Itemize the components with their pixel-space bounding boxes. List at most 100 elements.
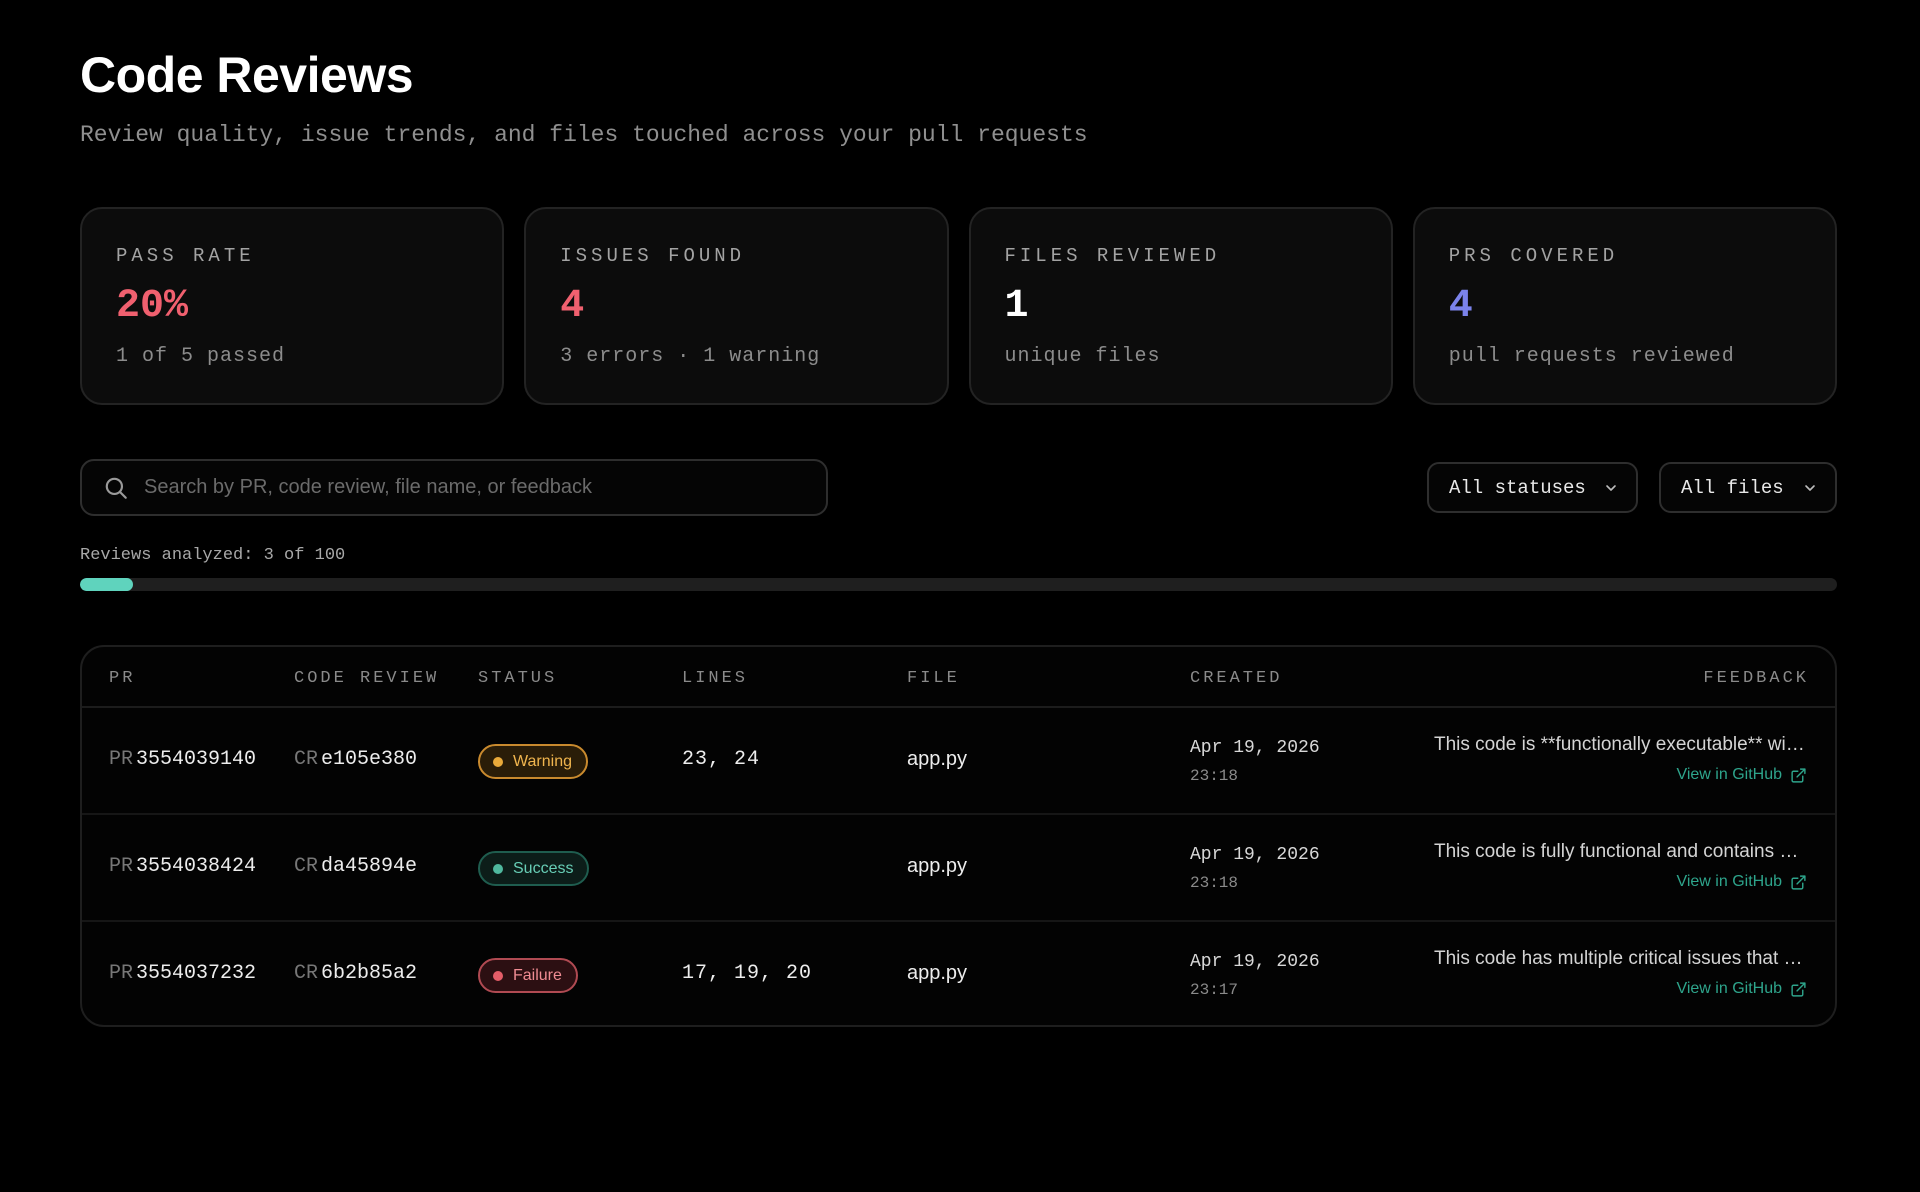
view-in-github-link[interactable]: View in GitHub: [1676, 766, 1807, 784]
pr-number: 3554039140: [136, 748, 257, 771]
pr-prefix: PR: [109, 748, 134, 771]
cr-cell[interactable]: CR 6b2b85a2: [294, 962, 417, 985]
file-cell: app.py: [907, 855, 968, 877]
external-link-icon: [1790, 981, 1807, 998]
created-cell: Apr 19, 2026 23:18: [1190, 845, 1320, 892]
stat-card-issues-found: ISSUES FOUND 4 3 errors · 1 warning: [524, 207, 949, 405]
feedback-text: This code has multiple critical issues t…: [1434, 948, 1807, 969]
file-cell: app.py: [907, 748, 968, 770]
status-cell: Warning: [478, 744, 588, 779]
status-label: Success: [513, 859, 574, 877]
feedback-text: This code is fully functional and contai…: [1434, 841, 1807, 862]
created-cell: Apr 19, 2026 23:18: [1190, 738, 1320, 785]
stat-value: 1: [1004, 284, 1029, 329]
stat-value: 4: [1448, 284, 1473, 329]
stat-sub: 3 errors · 1 warning: [560, 345, 821, 368]
lines-cell: 17, 19, 20: [682, 962, 813, 985]
cr-cell[interactable]: CR da45894e: [294, 855, 417, 878]
table-row[interactable]: PR 3554037232 CR 6b2b85a2 Failure 17, 19, …: [82, 922, 1835, 1025]
view-in-github-label: View in GitHub: [1676, 980, 1782, 997]
page-title: Code Reviews: [80, 47, 414, 103]
column-header-created[interactable]: CREATED: [1190, 669, 1282, 688]
search-icon: [102, 474, 130, 502]
progress-label: Reviews analyzed: 3 of 100: [80, 546, 346, 565]
view-in-github-link[interactable]: View in GitHub: [1676, 980, 1807, 998]
status-badge: Warning: [478, 744, 588, 779]
lines-cell: 23, 24: [682, 748, 761, 771]
reviews-table: PR CODE REVIEW STATUS LINES FILE CREATED…: [80, 645, 1837, 1027]
stat-label: ISSUES FOUND: [560, 245, 746, 267]
created-time: 23:18: [1190, 767, 1239, 785]
cr-cell[interactable]: CR e105e380: [294, 748, 417, 771]
column-header-file[interactable]: FILE: [907, 669, 960, 688]
column-header-pr[interactable]: PR: [109, 669, 135, 688]
search-box[interactable]: [80, 459, 828, 516]
stat-label: FILES REVIEWED: [1004, 245, 1221, 267]
column-header-status[interactable]: STATUS: [478, 669, 557, 688]
feedback-text: This code is **functionally executable**…: [1434, 734, 1807, 755]
status-filter-value: All statuses: [1449, 476, 1586, 499]
search-input[interactable]: [144, 476, 804, 499]
table-row[interactable]: PR 3554039140 CR e105e380 Warning 23, 24 a…: [82, 708, 1835, 815]
column-header-lines[interactable]: LINES: [682, 669, 748, 688]
cr-prefix: CR: [294, 962, 319, 985]
external-link-icon: [1790, 767, 1807, 784]
feedback-cell: This code is fully functional and contai…: [1427, 841, 1807, 891]
cr-id: e105e380: [321, 748, 418, 771]
pr-prefix: PR: [109, 855, 134, 878]
chevron-down-icon: [1803, 481, 1817, 495]
page-subtitle: Review quality, issue trends, and files …: [80, 122, 1088, 148]
stat-label: PASS RATE: [116, 245, 255, 267]
column-header-feedback[interactable]: FEEDBACK: [1703, 669, 1809, 688]
created-cell: Apr 19, 2026 23:17: [1190, 952, 1320, 999]
created-date: Apr 19, 2026: [1190, 845, 1320, 865]
pr-prefix: PR: [109, 962, 134, 985]
status-badge: Failure: [478, 958, 578, 993]
cr-prefix: CR: [294, 855, 319, 878]
progress-fill: [80, 578, 133, 591]
files-filter-value: All files: [1681, 476, 1784, 499]
stat-value: 20%: [116, 284, 189, 329]
pr-cell[interactable]: PR 3554037232: [109, 962, 256, 985]
chevron-down-icon: [1604, 481, 1618, 495]
stat-sub: 1 of 5 passed: [116, 345, 286, 368]
pr-number: 3554038424: [136, 855, 257, 878]
created-date: Apr 19, 2026: [1190, 952, 1320, 972]
stat-card-prs-covered: PRS COVERED 4 pull requests reviewed: [1412, 207, 1837, 405]
table-row[interactable]: PR 3554038424 CR da45894e Success app.py A…: [82, 815, 1835, 922]
pr-cell[interactable]: PR 3554039140: [109, 748, 256, 771]
pr-number: 3554037232: [136, 962, 257, 985]
file-cell: app.py: [907, 962, 968, 984]
status-cell: Failure: [478, 958, 578, 993]
stats-row: PASS RATE 20% 1 of 5 passed ISSUES FOUND…: [80, 207, 1837, 405]
cr-prefix: CR: [294, 748, 319, 771]
status-label: Failure: [513, 966, 562, 984]
stat-card-pass-rate: PASS RATE 20% 1 of 5 passed: [80, 207, 505, 405]
view-in-github-label: View in GitHub: [1676, 766, 1782, 783]
created-date: Apr 19, 2026: [1190, 738, 1320, 758]
stat-sub: unique files: [1004, 345, 1161, 368]
status-cell: Success: [478, 851, 590, 886]
status-dot: [493, 756, 503, 767]
progress-bar: [80, 578, 1837, 591]
created-time: 23:17: [1190, 981, 1239, 999]
status-filter-select[interactable]: All statuses: [1427, 462, 1638, 513]
stat-card-files-reviewed: FILES REVIEWED 1 unique files: [968, 207, 1393, 405]
view-in-github-label: View in GitHub: [1676, 873, 1782, 890]
created-time: 23:18: [1190, 874, 1239, 892]
pr-cell[interactable]: PR 3554038424: [109, 855, 256, 878]
files-filter-select[interactable]: All files: [1659, 462, 1837, 513]
status-dot: [493, 863, 503, 874]
status-label: Warning: [513, 752, 572, 770]
column-header-code-review[interactable]: CODE REVIEW: [294, 669, 439, 688]
view-in-github-link[interactable]: View in GitHub: [1676, 873, 1807, 891]
status-dot: [493, 970, 503, 981]
external-link-icon: [1790, 874, 1807, 891]
cr-id: da45894e: [321, 855, 418, 878]
status-badge: Success: [478, 851, 590, 886]
cr-id: 6b2b85a2: [321, 962, 418, 985]
feedback-cell: This code has multiple critical issues t…: [1427, 948, 1807, 998]
stat-label: PRS COVERED: [1448, 245, 1619, 267]
table-header: PR CODE REVIEW STATUS LINES FILE CREATED…: [82, 647, 1835, 708]
feedback-cell: This code is **functionally executable**…: [1427, 734, 1807, 784]
